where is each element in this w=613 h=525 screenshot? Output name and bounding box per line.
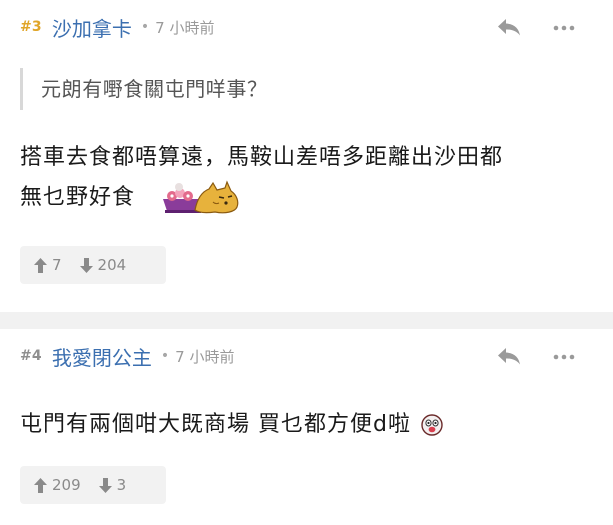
username-link[interactable]: 沙加拿卡	[52, 13, 132, 42]
body-line-with-emoji: 屯門有兩個咁大既商場 買乜都方便d啦	[20, 405, 443, 445]
vote-bar: 209 3	[20, 466, 166, 504]
quoted-text: 元朗有嘢食關屯門咩事？	[20, 68, 580, 110]
arrow-down-icon	[79, 257, 93, 273]
post-number[interactable]: #4	[20, 348, 42, 364]
body-line-text: 屯門有兩個咁大既商場 買乜都方便d啦	[20, 412, 411, 437]
post-header: #3 沙加拿卡 • 7 小時前	[20, 12, 214, 42]
body-line-text: 無乜野好食	[20, 185, 136, 210]
comment-post: #4 我愛閉公主 • 7 小時前 屯門有兩個咁大既商場 買乜都方便d啦 209 …	[0, 329, 613, 525]
arrow-up-icon	[34, 477, 47, 493]
downvote-count: 3	[116, 476, 127, 494]
post-header: #4 我愛閉公主 • 7 小時前	[20, 341, 234, 371]
downvote-button[interactable]: 204	[79, 256, 127, 274]
post-time: 7 小時前	[175, 347, 235, 366]
arrow-up-icon	[34, 257, 47, 273]
upvote-button[interactable]: 7	[34, 256, 62, 274]
downvote-button[interactable]: 3	[98, 476, 127, 494]
more-options-icon[interactable]	[553, 25, 575, 31]
surprised-face-icon	[421, 414, 443, 436]
post-number[interactable]: #3	[20, 19, 42, 35]
dog-icon	[163, 180, 239, 214]
upvote-count: 7	[52, 256, 62, 274]
username-link[interactable]: 我愛閉公主	[52, 342, 152, 371]
reply-icon[interactable]	[496, 346, 522, 366]
arrow-down-icon	[98, 477, 112, 493]
post-body: 搭車去食都唔算遠，馬鞍山差唔多距離出沙田都 無乜野好食	[20, 138, 503, 218]
post-divider	[0, 312, 613, 329]
downvote-count: 204	[97, 256, 127, 274]
upvote-button[interactable]: 209	[34, 476, 81, 494]
more-options-icon[interactable]	[553, 354, 575, 360]
body-line-with-emoji: 無乜野好食	[20, 178, 503, 218]
post-body: 屯門有兩個咁大既商場 買乜都方便d啦	[20, 405, 443, 445]
body-line: 搭車去食都唔算遠，馬鞍山差唔多距離出沙田都	[20, 145, 504, 170]
meta-separator: •	[160, 348, 170, 364]
reply-icon[interactable]	[496, 17, 522, 37]
comment-post: #3 沙加拿卡 • 7 小時前 元朗有嘢食關屯門咩事？ 搭車去食都唔算遠，馬鞍山…	[0, 0, 613, 312]
vote-bar: 7 204	[20, 246, 166, 284]
upvote-count: 209	[52, 476, 81, 494]
meta-separator: •	[140, 19, 150, 35]
post-time: 7 小時前	[155, 18, 215, 37]
